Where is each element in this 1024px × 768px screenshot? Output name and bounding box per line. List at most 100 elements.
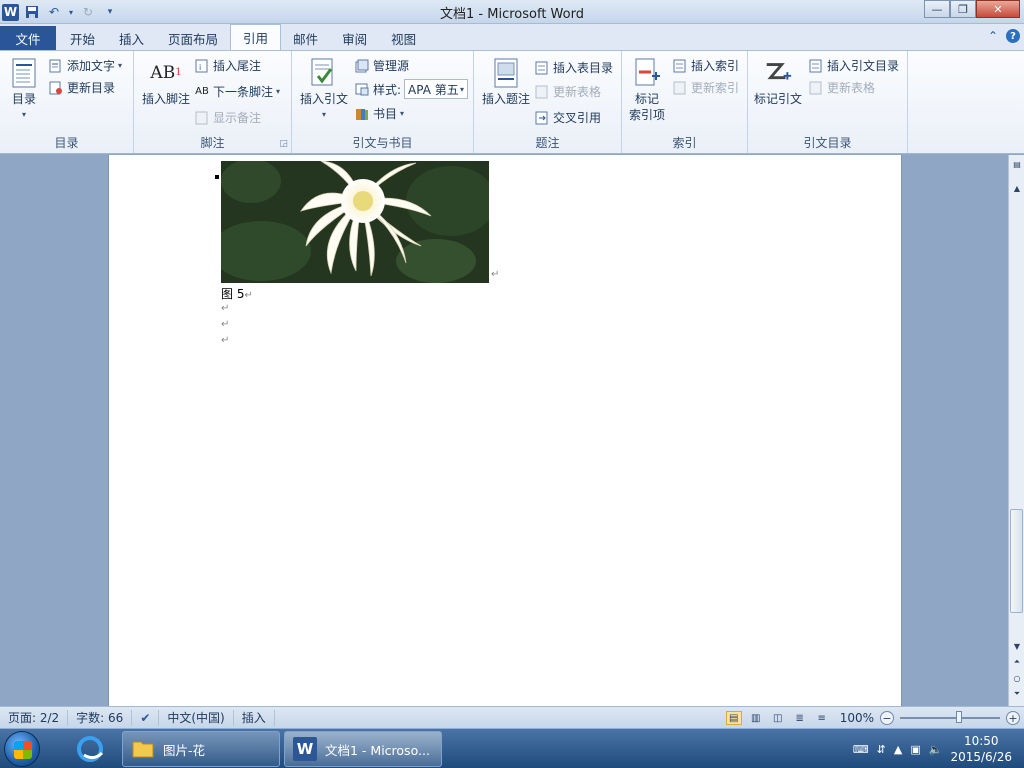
document-page[interactable]: ↵ 图 5↵ ↵ ↵ ↵ — [108, 155, 902, 706]
group-footnotes: AB 1 插入脚注 i 插入尾注 AB 下一条脚注 ▾ 显示备注 ◲ 脚注 — [134, 51, 292, 153]
restore-button[interactable]: ❐ — [950, 0, 976, 18]
flower-image[interactable] — [221, 161, 489, 283]
ribbon: 目录 ▾ 添加文字 ▾ 更新目录 目录 AB 1 插入脚注 i 插入尾注 AB … — [0, 50, 1024, 154]
paragraph-mark: ↵ — [221, 335, 230, 346]
insert-caption-button[interactable]: 插入题注 — [480, 57, 532, 107]
tab-view[interactable]: 视图 — [379, 26, 428, 50]
word-count[interactable]: 字数: 66 — [68, 709, 133, 726]
toc-dropdown-icon: ▾ — [21, 110, 26, 119]
windows-logo-icon — [14, 741, 32, 759]
browser-icon[interactable] — [66, 733, 114, 765]
paragraph-mark: ↵ — [244, 290, 253, 301]
web-layout-view-icon[interactable]: ◫ — [770, 711, 786, 725]
style-icon — [354, 81, 370, 97]
insert-endnote-button[interactable]: i 插入尾注 — [194, 57, 261, 74]
outline-view-icon[interactable]: ≣ — [792, 711, 808, 725]
group-label-toc: 目录 — [54, 136, 79, 150]
tab-review[interactable]: 审阅 — [330, 26, 379, 50]
mark-citation-icon — [763, 57, 793, 89]
toc-icon — [9, 57, 39, 89]
footnote-ab-icon: AB 1 — [150, 63, 182, 83]
window-title: 文档1 - Microsoft Word — [440, 7, 584, 22]
draft-view-icon[interactable]: ≡ — [814, 711, 830, 725]
group-label-index: 索引 — [672, 136, 697, 150]
help-icon[interactable]: ? — [1006, 29, 1020, 43]
insert-citation-button[interactable]: 插入引文 ▾ — [298, 57, 350, 123]
insert-footnote-button[interactable]: AB 1 插入脚注 — [140, 57, 192, 107]
print-layout-view-icon[interactable]: ▤ — [725, 711, 742, 725]
insert-mode-status[interactable]: 插入 — [234, 709, 275, 726]
page-count[interactable]: 页面: 2/2 — [0, 709, 69, 726]
group-captions: 插入题注 插入表目录 更新表格 交叉引用 题注 — [474, 51, 622, 153]
start-button[interactable] — [4, 731, 40, 767]
anchor-marker — [215, 175, 219, 179]
citation-style-select[interactable]: APA 第五 ▾ — [404, 79, 469, 99]
minimize-ribbon-icon[interactable]: ⌃ — [988, 29, 998, 43]
style-dropdown-icon: ▾ — [460, 84, 465, 94]
status-bar: 页面: 2/2 字数: 66 ✔ 中文(中国) 插入 ▤ ▥ ◫ ≣ ≡ 100… — [0, 706, 1024, 728]
show-notes-icon — [194, 110, 210, 126]
vertical-scrollbar[interactable]: ▤ ▲ ▼ ⏶ ○ ⏷ — [1008, 155, 1024, 706]
minimize-button[interactable]: — — [924, 0, 950, 18]
manage-sources-icon — [354, 58, 370, 74]
mark-entry-icon — [632, 57, 662, 89]
network-icon[interactable]: ▣ — [910, 743, 920, 756]
volume-icon[interactable]: 🔈 — [929, 743, 943, 756]
proofing-status[interactable]: ✔ — [132, 709, 160, 726]
group-label-citations: 引文与书目 — [352, 136, 413, 150]
insert-table-of-authorities-button[interactable]: 插入引文目录 — [808, 57, 899, 74]
next-page-button[interactable]: ⏷ — [1009, 687, 1024, 701]
ruler-toggle-icon[interactable]: ▤ — [1009, 157, 1024, 171]
group-label-footnotes: 脚注 — [200, 136, 225, 150]
close-button[interactable]: ✕ — [976, 0, 1020, 18]
bibliography-button[interactable]: 书目 ▾ — [354, 105, 404, 122]
taskbar-word-task[interactable]: W 文档1 - Microso... — [284, 731, 442, 767]
mark-citation-button[interactable]: 标记引文 — [752, 57, 804, 107]
input-method-icon[interactable]: ⇵ — [877, 743, 886, 756]
title-bar: W ↶ ▾ ↻ ▾ 文档1 - Microsoft Word — ❐ ✕ — [0, 0, 1024, 24]
insert-table-of-figures-button[interactable]: 插入表目录 — [534, 59, 613, 76]
update-toc-button[interactable]: 更新目录 — [48, 79, 115, 96]
full-screen-reading-view-icon[interactable]: ▥ — [748, 711, 764, 725]
zoom-slider-thumb[interactable] — [956, 711, 962, 723]
zoom-level[interactable]: 100% — [840, 711, 874, 725]
previous-page-button[interactable]: ⏶ — [1009, 655, 1024, 669]
svg-text:i: i — [199, 63, 201, 72]
insert-index-button[interactable]: 插入索引 — [672, 57, 739, 74]
update-table-button: 更新表格 — [534, 83, 601, 100]
tab-mailings[interactable]: 邮件 — [281, 26, 330, 50]
keyboard-icon[interactable]: ⌨ — [853, 743, 869, 756]
show-hidden-icons-icon[interactable]: ▲ — [894, 743, 902, 756]
scroll-up-button[interactable]: ▲ — [1009, 181, 1024, 195]
mark-entry-button[interactable]: 标记 索引项 — [626, 57, 668, 123]
zoom-in-icon[interactable]: + — [1006, 711, 1020, 725]
zoom-out-icon[interactable]: − — [880, 711, 894, 725]
document-area[interactable]: ↵ 图 5↵ ↵ ↵ ↵ — [0, 155, 1008, 706]
manage-sources-button[interactable]: 管理源 — [354, 57, 409, 74]
citation-style-control: 样式: APA 第五 ▾ — [354, 79, 469, 99]
group-label-captions: 题注 — [535, 136, 560, 150]
tab-references[interactable]: 引用 — [230, 24, 282, 50]
group-index: 标记 索引项 插入索引 更新索引 索引 — [622, 51, 748, 153]
clock[interactable]: 10:50 2015/6/26 — [950, 733, 1012, 765]
tab-insert[interactable]: 插入 — [107, 26, 156, 50]
update-toc-icon — [48, 80, 64, 96]
figure-caption[interactable]: 图 5↵ — [221, 285, 253, 302]
insert-index-icon — [672, 58, 688, 74]
taskbar-folder-task[interactable]: 图片-花 — [122, 731, 280, 767]
cross-reference-button[interactable]: 交叉引用 — [534, 109, 601, 126]
select-browse-object-button[interactable]: ○ — [1009, 671, 1024, 685]
tab-file[interactable]: 文件 — [0, 26, 56, 50]
scroll-down-button[interactable]: ▼ — [1009, 639, 1024, 653]
next-footnote-button[interactable]: AB 下一条脚注 ▾ — [194, 83, 280, 100]
table-of-figures-icon — [534, 60, 550, 76]
tab-page-layout[interactable]: 页面布局 — [156, 26, 230, 50]
group-label-toa: 引文目录 — [803, 136, 852, 150]
zoom-slider[interactable] — [900, 711, 1000, 723]
taskbar: 图片-花 W 文档1 - Microso... ⌨ ⇵ ▲ ▣ 🔈 10:50 … — [0, 728, 1024, 768]
scroll-thumb[interactable] — [1010, 509, 1023, 613]
tab-home[interactable]: 开始 — [58, 26, 107, 50]
add-text-button[interactable]: 添加文字 ▾ — [48, 57, 122, 74]
toc-button[interactable]: 目录 ▾ — [6, 57, 42, 123]
language-status[interactable]: 中文(中国) — [159, 709, 234, 726]
